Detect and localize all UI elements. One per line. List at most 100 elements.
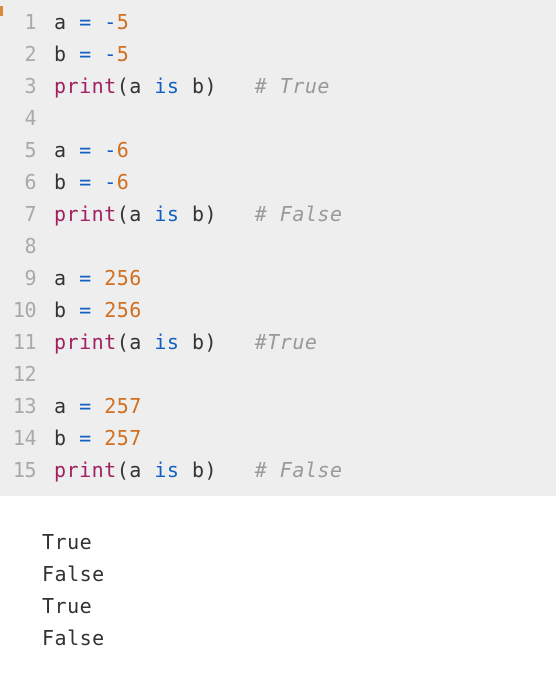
token-id: a (129, 458, 142, 482)
token-sp (142, 202, 155, 226)
token-id: a (129, 330, 142, 354)
token-paren: ( (117, 74, 130, 98)
token-id: b (192, 330, 205, 354)
token-op: = (79, 426, 92, 450)
token-call: print (54, 202, 117, 226)
token-sp (217, 74, 255, 98)
code-line[interactable]: a = 256 (54, 262, 343, 294)
output-panel: TrueFalseTrueFalse (0, 496, 556, 654)
token-cmt: # True (255, 74, 330, 98)
token-paren: ) (205, 458, 218, 482)
token-sp (67, 266, 80, 290)
token-sp (92, 426, 105, 450)
token-id: a (54, 138, 67, 162)
token-id: b (192, 202, 205, 226)
code-line[interactable]: print(a is b) #True (54, 326, 343, 358)
token-sp (67, 138, 80, 162)
token-id: b (192, 458, 205, 482)
token-sp (217, 202, 255, 226)
code-line[interactable]: print(a is b) # False (54, 198, 343, 230)
token-sp (179, 458, 192, 482)
code-line[interactable]: b = -6 (54, 166, 343, 198)
token-id: a (54, 10, 67, 34)
token-sp (92, 170, 105, 194)
token-sp (179, 202, 192, 226)
code-line[interactable]: print(a is b) # True (54, 70, 343, 102)
line-number: 5 (0, 134, 42, 166)
editor-marker (0, 6, 3, 16)
output-line: False (42, 558, 556, 590)
token-sp (92, 266, 105, 290)
token-num: 6 (117, 170, 130, 194)
token-sp (67, 42, 80, 66)
token-id: a (54, 394, 67, 418)
line-number: 7 (0, 198, 42, 230)
token-call: print (54, 458, 117, 482)
token-op: - (104, 10, 117, 34)
token-op: = (79, 394, 92, 418)
code-line[interactable] (54, 230, 343, 262)
code-line[interactable] (54, 102, 343, 134)
token-paren: ( (117, 330, 130, 354)
token-sp (179, 74, 192, 98)
token-paren: ) (205, 330, 218, 354)
token-num: 256 (104, 266, 142, 290)
token-op: = (79, 298, 92, 322)
token-op: = (79, 42, 92, 66)
token-id: a (54, 266, 67, 290)
token-kw: is (154, 202, 179, 226)
line-number: 8 (0, 230, 42, 262)
token-cmt: # False (255, 202, 343, 226)
token-call: print (54, 74, 117, 98)
token-num: 257 (104, 426, 142, 450)
token-id: a (129, 74, 142, 98)
line-number: 3 (0, 70, 42, 102)
token-id: b (54, 170, 67, 194)
token-id: b (192, 74, 205, 98)
line-number: 13 (0, 390, 42, 422)
token-op: - (104, 170, 117, 194)
code-line[interactable]: a = 257 (54, 390, 343, 422)
token-sp (67, 394, 80, 418)
token-sp (92, 394, 105, 418)
output-line: False (42, 622, 556, 654)
line-number: 6 (0, 166, 42, 198)
token-sp (67, 426, 80, 450)
token-sp (92, 138, 105, 162)
token-sp (92, 42, 105, 66)
code-line[interactable]: b = -5 (54, 38, 343, 70)
token-num: 5 (117, 42, 130, 66)
code-line[interactable]: a = -6 (54, 134, 343, 166)
token-id: a (129, 202, 142, 226)
token-paren: ) (205, 74, 218, 98)
line-number: 1 (0, 6, 42, 38)
token-id: b (54, 42, 67, 66)
token-op: - (104, 138, 117, 162)
token-kw: is (154, 330, 179, 354)
line-number: 15 (0, 454, 42, 486)
token-op: - (104, 42, 117, 66)
token-sp (67, 298, 80, 322)
token-op: = (79, 266, 92, 290)
code-line[interactable]: print(a is b) # False (54, 454, 343, 486)
code-line[interactable] (54, 358, 343, 390)
token-sp (142, 458, 155, 482)
token-num: 6 (117, 138, 130, 162)
code-line[interactable]: b = 256 (54, 294, 343, 326)
token-sp (142, 330, 155, 354)
line-number: 9 (0, 262, 42, 294)
token-sp (142, 74, 155, 98)
code-column: a = -5b = -5print(a is b) # Truea = -6b … (42, 0, 343, 486)
code-line[interactable]: a = -5 (54, 6, 343, 38)
token-sp (179, 330, 192, 354)
code-line[interactable]: b = 257 (54, 422, 343, 454)
output-line: True (42, 590, 556, 622)
token-cmt: # False (255, 458, 343, 482)
code-editor: 123456789101112131415 a = -5b = -5print(… (0, 0, 556, 496)
token-id: b (54, 298, 67, 322)
line-number: 14 (0, 422, 42, 454)
line-number: 10 (0, 294, 42, 326)
token-sp (67, 10, 80, 34)
token-num: 5 (117, 10, 130, 34)
token-paren: ( (117, 458, 130, 482)
